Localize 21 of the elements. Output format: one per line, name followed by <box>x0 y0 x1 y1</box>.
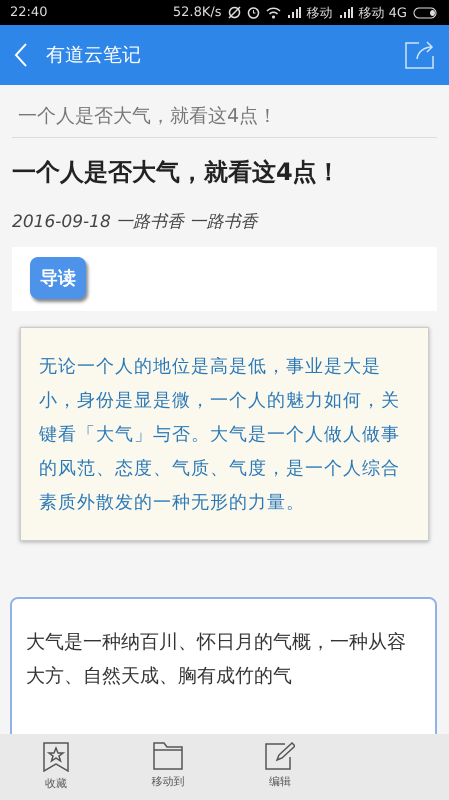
app-title: 有道云笔记 <box>46 43 142 68</box>
alarm-icon <box>246 6 260 19</box>
network-speed: 52.8K/s <box>172 5 222 20</box>
share-icon[interactable] <box>405 41 435 69</box>
back-icon[interactable] <box>14 43 28 67</box>
status-time: 22:40 <box>10 5 48 20</box>
signal-icon <box>286 7 301 18</box>
sync-icon <box>228 6 241 19</box>
note-heading: 一个人是否大气，就看这4点！ <box>12 85 437 138</box>
edit-icon <box>265 742 295 770</box>
folder-icon <box>153 742 183 770</box>
carrier-label: 移动 4G <box>358 4 407 22</box>
article-meta: 2016-09-18 一路书香 一路书香 <box>12 211 260 233</box>
guide-label: 导读 <box>30 257 86 299</box>
battery-icon <box>413 6 439 18</box>
summary-card: 无论一个人的地位是高是低，事业是大是小，身份是显是微，一个人的魅力如何，关键看「大气」与否。大气是一个人做人做事的风范、态度、气质、气度，是一个人综合素质外散发的一种无形的力量。 <box>20 327 429 541</box>
article-title: 一个人是否大气，就看这4点！ <box>12 157 342 188</box>
bookmark-star-icon <box>43 742 69 772</box>
wifi-icon <box>266 6 281 18</box>
carrier-label: 移动 <box>306 4 333 22</box>
signal-icon <box>338 7 353 18</box>
